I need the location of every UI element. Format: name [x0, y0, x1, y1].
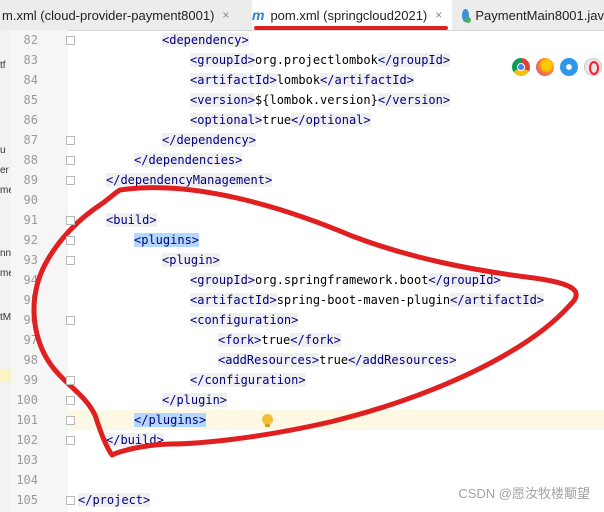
- fold-marker-icon[interactable]: [66, 496, 75, 505]
- fold-marker-icon[interactable]: [66, 136, 75, 145]
- fold-marker-icon[interactable]: [66, 396, 75, 405]
- watermark: CSDN @愿汝牧楼颙望: [458, 486, 590, 501]
- fold-marker-icon[interactable]: [66, 236, 75, 245]
- fold-marker-icon[interactable]: [66, 436, 75, 445]
- fold-marker-icon[interactable]: [66, 216, 75, 225]
- fold-marker-icon[interactable]: [66, 416, 75, 425]
- fold-marker-icon[interactable]: [66, 316, 75, 325]
- fold-marker-icon[interactable]: [66, 256, 75, 265]
- fold-marker-icon[interactable]: [66, 156, 75, 165]
- fold-marker-icon[interactable]: [66, 376, 75, 385]
- fold-marker-icon[interactable]: [66, 176, 75, 185]
- annotation-circle: [31, 185, 579, 458]
- fold-marker-icon[interactable]: [66, 36, 75, 45]
